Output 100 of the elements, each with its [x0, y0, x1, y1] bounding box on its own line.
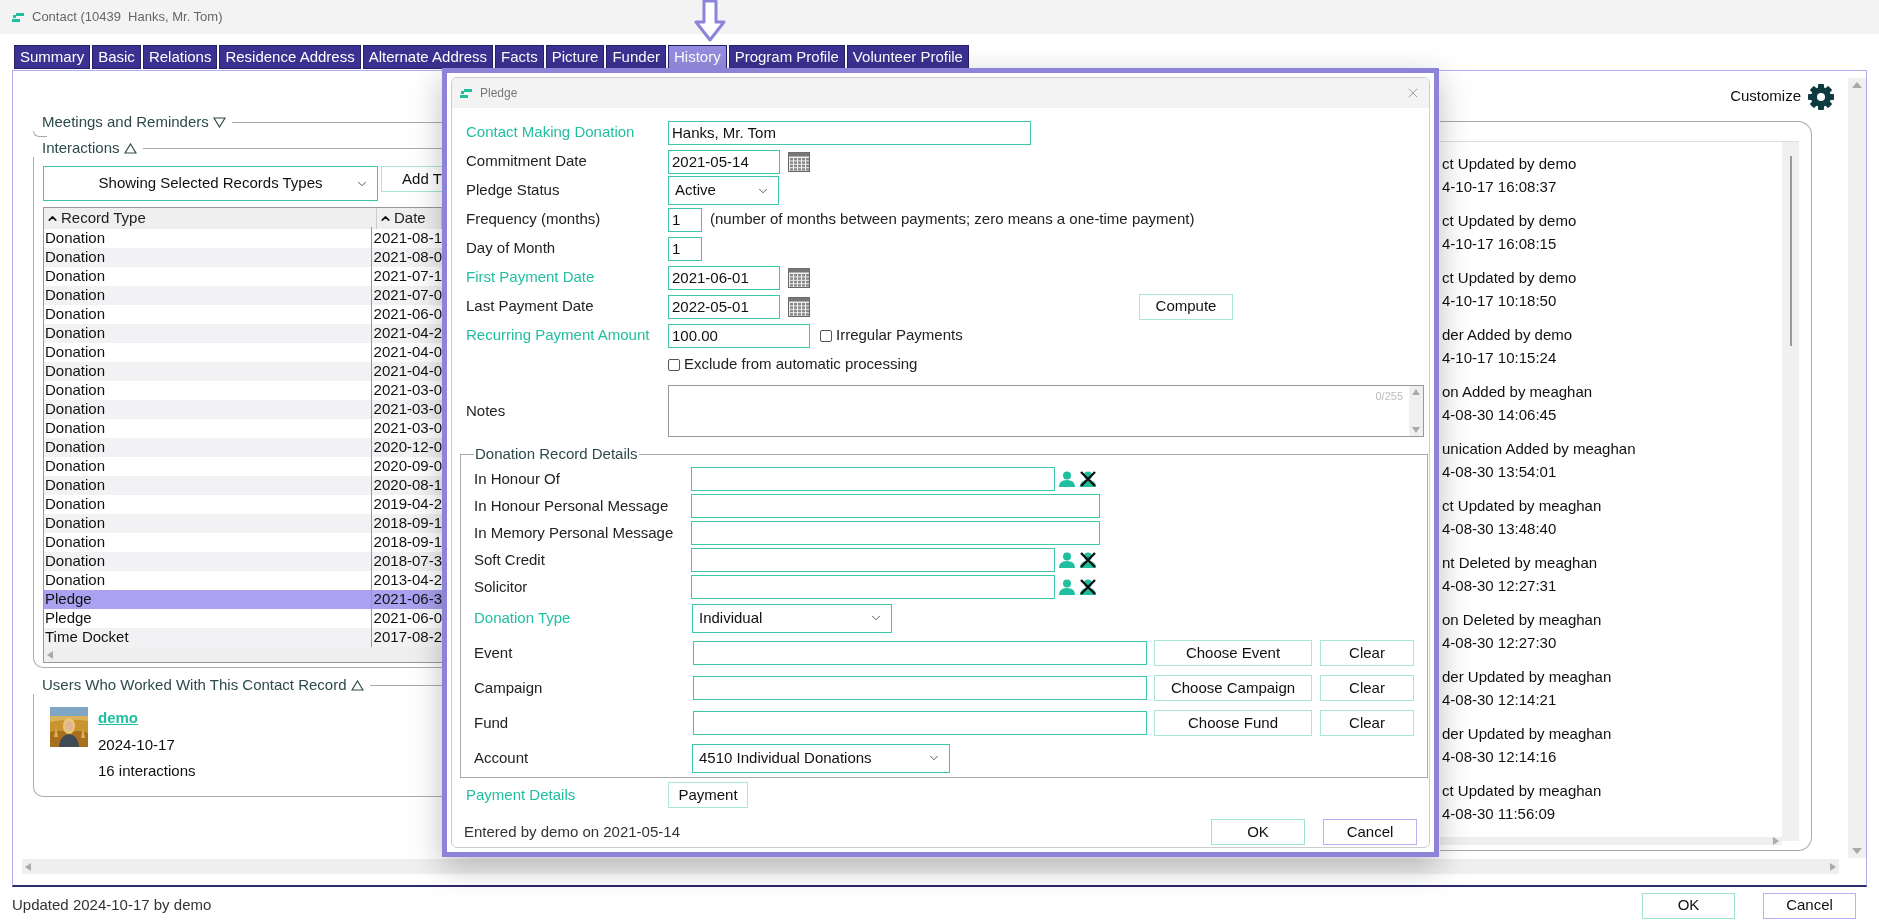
table-row[interactable]: Donation 2021-08-1	[44, 229, 442, 248]
tab[interactable]: Picture	[545, 45, 605, 69]
history-time: 4-08-30 14:06:45	[1442, 404, 1558, 425]
choose-button[interactable]: Choose Fund	[1154, 710, 1312, 736]
clear-button[interactable]: Clear	[1320, 710, 1414, 736]
scroll-left-icon[interactable]	[47, 650, 53, 659]
table-row[interactable]: Donation 2020-12-0	[44, 438, 442, 457]
tab[interactable]: Alternate Address	[362, 45, 494, 69]
scroll-down-icon[interactable]	[1412, 427, 1420, 433]
account-select[interactable]: 4510 Individual Donations	[692, 743, 950, 773]
chooser-field[interactable]	[693, 641, 1147, 665]
date-field[interactable]: 2021-06-01	[668, 265, 780, 290]
expand-icon[interactable]	[212, 116, 226, 128]
remove-person-icon[interactable]	[1078, 470, 1098, 488]
checkbox-label[interactable]: Irregular Payments	[836, 324, 963, 347]
choose-button[interactable]: Choose Campaign	[1154, 675, 1312, 701]
tab[interactable]: Relations	[142, 45, 218, 69]
table-row[interactable]: Donation 2021-08-0	[44, 248, 442, 267]
ok-button[interactable]: OK	[1211, 819, 1305, 846]
scroll-right-icon[interactable]	[1830, 862, 1836, 871]
tab[interactable]: Program Profile	[728, 45, 845, 69]
calendar-icon[interactable]	[788, 296, 810, 317]
tab[interactable]: Residence Address	[219, 45, 361, 69]
tab[interactable]: Summary	[14, 45, 91, 69]
ok-button[interactable]: OK	[1642, 892, 1735, 919]
date-field[interactable]: 2021-05-14	[668, 149, 780, 174]
message-field[interactable]	[691, 521, 1100, 545]
scrollbar-thumb[interactable]	[1789, 156, 1792, 346]
checkbox[interactable]	[668, 358, 680, 371]
table-row[interactable]: Donation 2021-03-0	[44, 419, 442, 438]
chooser-field[interactable]	[693, 711, 1147, 735]
scroll-up-icon[interactable]	[1852, 82, 1862, 88]
scroll-up-icon[interactable]	[1412, 389, 1420, 395]
chooser-field[interactable]	[693, 676, 1147, 700]
checkbox[interactable]	[820, 329, 832, 342]
cancel-button[interactable]: Cancel	[1323, 819, 1417, 846]
scroll-down-icon[interactable]	[1852, 848, 1862, 854]
clear-button[interactable]: Clear	[1320, 640, 1414, 666]
calendar-icon[interactable]	[788, 151, 810, 172]
tab[interactable]: Basic	[92, 45, 141, 69]
history-time: 4-08-30 11:56:09	[1442, 803, 1557, 824]
history-time: 4-08-30 13:54:01	[1442, 461, 1558, 482]
table-row[interactable]: Donation 2021-04-2	[44, 324, 442, 343]
table-row[interactable]: Donation 2018-07-3	[44, 552, 442, 571]
table-row[interactable]: Donation 2021-07-1	[44, 267, 442, 286]
type-select[interactable]: Individual	[692, 603, 892, 633]
record-filter-select[interactable]: Showing Selected Records Types	[43, 166, 379, 201]
table-row[interactable]: Pledge 2021-06-0	[44, 609, 442, 628]
table-row[interactable]: Donation 2013-04-2	[44, 571, 442, 590]
date-field[interactable]: 2022-05-01	[668, 294, 780, 319]
collapse-icon[interactable]	[123, 142, 137, 154]
table-row[interactable]: Donation 2018-09-1	[44, 533, 442, 552]
contact-field[interactable]	[691, 548, 1055, 572]
table-row[interactable]: Donation 2020-09-0	[44, 457, 442, 476]
table-row[interactable]: Donation 2021-07-0	[44, 286, 442, 305]
contact-field[interactable]	[691, 467, 1055, 491]
add-button[interactable]: Add T	[381, 166, 443, 192]
collapse-icon[interactable]	[350, 679, 364, 691]
scroll-left-icon[interactable]	[25, 862, 31, 871]
number-field[interactable]: 1	[668, 236, 702, 261]
history-time: 4-10-17 10:15:24	[1442, 347, 1558, 368]
clear-button[interactable]: Clear	[1320, 675, 1414, 701]
scroll-right-icon[interactable]	[1773, 837, 1779, 845]
checkbox-label[interactable]: Exclude from automatic processing	[684, 353, 918, 376]
contact-field[interactable]	[691, 575, 1055, 599]
message-field[interactable]	[691, 494, 1100, 518]
history-time: 4-08-30 12:27:31	[1442, 575, 1558, 596]
table-row[interactable]: Donation 2020-08-1	[44, 476, 442, 495]
compute-button[interactable]: Compute	[1139, 293, 1233, 320]
choose-button[interactable]: Choose Event	[1154, 640, 1312, 666]
history-event: on Added by meaghan	[1442, 382, 1594, 402]
tab[interactable]: Facts	[495, 45, 544, 69]
customize-label[interactable]: Customize	[1730, 85, 1801, 108]
remove-person-icon[interactable]	[1078, 578, 1098, 596]
table-cell-text: 2021-04-2	[372, 323, 442, 344]
user-date: 2024-10-17	[98, 734, 176, 755]
table-row[interactable]: Time Docket 2017-08-2	[44, 628, 442, 647]
tab[interactable]: Funder	[606, 45, 666, 69]
text-field[interactable]: Hanks, Mr. Tom	[668, 120, 1031, 145]
history-event: nt Deleted by meaghan	[1442, 553, 1599, 573]
amount-field[interactable]: 100.00	[668, 323, 810, 348]
table-row[interactable]: Pledge 2021-06-3	[44, 590, 442, 609]
payment-button[interactable]: Payment	[668, 782, 748, 809]
table-row[interactable]: Donation 2021-04-0	[44, 343, 442, 362]
number-field[interactable]: 1	[668, 207, 702, 232]
table-row[interactable]: Donation 2021-04-0	[44, 362, 442, 381]
table-row[interactable]: Donation 2021-03-0	[44, 400, 442, 419]
cancel-button[interactable]: Cancel	[1763, 892, 1856, 919]
calendar-icon[interactable]	[788, 267, 810, 288]
table-row[interactable]: Donation 2021-03-0	[44, 381, 442, 400]
table-cell-text: 2013-04-2	[372, 570, 442, 591]
table-row[interactable]: Donation 2019-04-2	[44, 495, 442, 514]
table-row[interactable]: Donation 2021-06-0	[44, 305, 442, 324]
history-event: ct Updated by demo	[1442, 268, 1578, 288]
app-logo-icon	[12, 12, 24, 22]
settings-icon[interactable]	[1807, 82, 1835, 111]
table-row[interactable]: Donation 2018-09-1	[44, 514, 442, 533]
remove-person-icon[interactable]	[1078, 551, 1098, 569]
tab[interactable]: Volunteer Profile	[846, 45, 969, 69]
status-select[interactable]: Active	[668, 176, 779, 205]
